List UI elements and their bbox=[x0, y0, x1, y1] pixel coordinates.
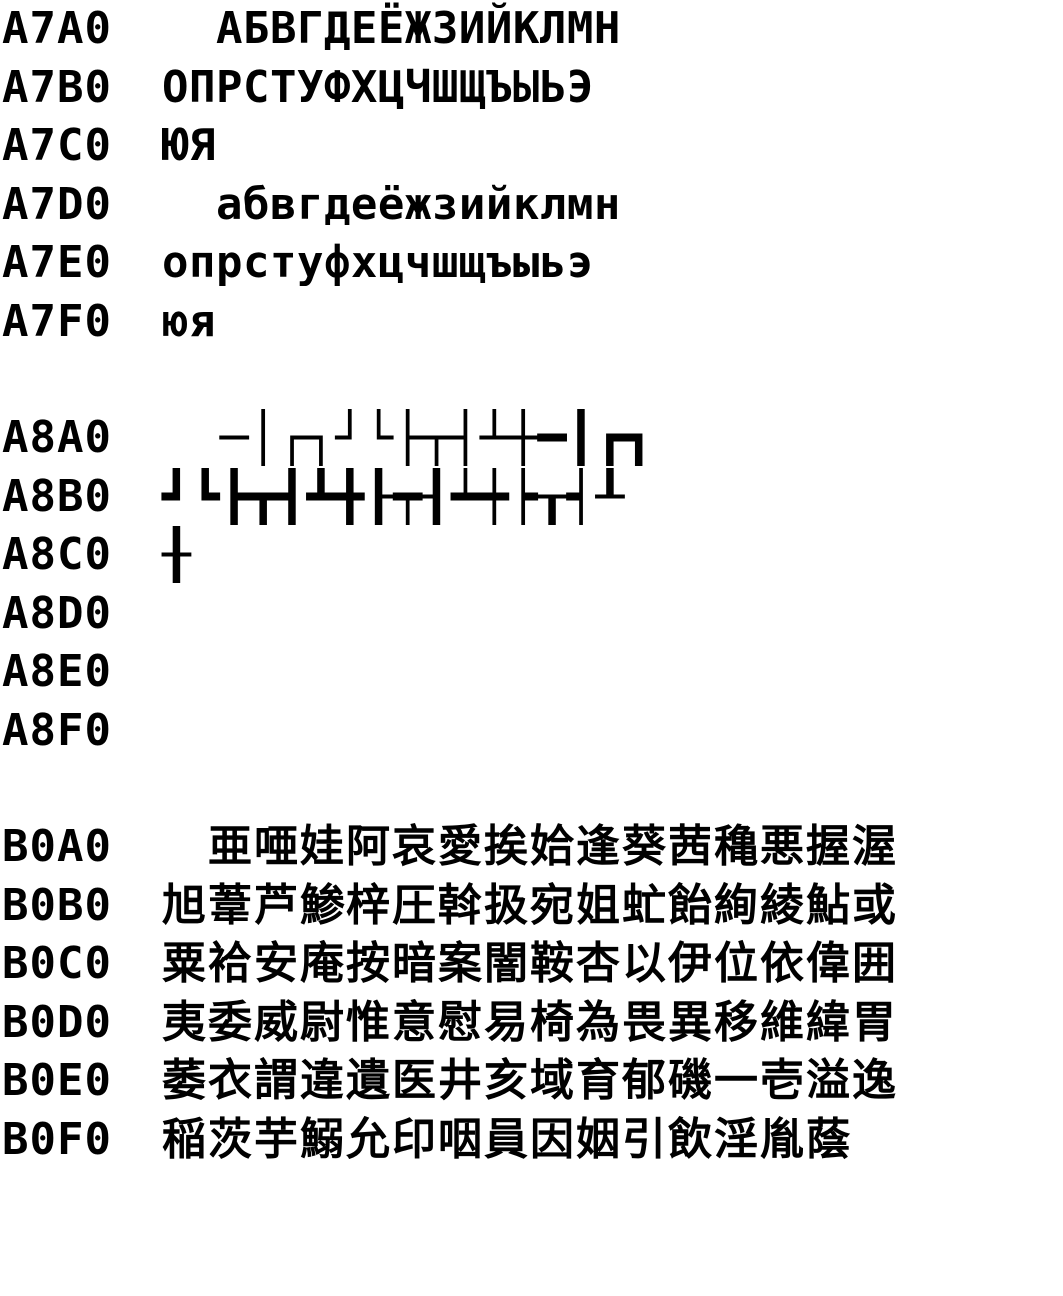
row-chars: ОПРСТУФХЦЧШЩЪЫЬЭ bbox=[162, 61, 594, 113]
row-chars: юя bbox=[162, 295, 216, 347]
row-code: B0B0 bbox=[2, 879, 112, 931]
table-row: A7D0 абвгдеёжзийклмн bbox=[2, 176, 1057, 235]
row-chars: АБВГДЕЁЖЗИЙКЛМН bbox=[162, 3, 621, 55]
table-row: A7C0 ЮЯ bbox=[2, 117, 1057, 176]
row-chars: 夷委威尉惟意慰易椅為畏異移維緯胃 bbox=[162, 996, 898, 1048]
table-row: B0F0 稲茨芋鰯允印咽員因姻引飲淫胤蔭 bbox=[2, 1111, 1057, 1170]
row-code: A7F0 bbox=[2, 295, 112, 347]
row-chars: 旭葦芦鯵梓圧斡扱宛姐虻飴絢綾鮎或 bbox=[162, 879, 898, 931]
row-code: B0C0 bbox=[2, 938, 112, 990]
row-code: A8B0 bbox=[2, 470, 112, 522]
row-chars: 亜唖娃阿哀愛挨姶逢葵茜穐悪握渥 bbox=[162, 821, 898, 873]
table-row: A8C0 ╂ bbox=[2, 526, 1057, 585]
table-row: B0B0 旭葦芦鯵梓圧斡扱宛姐虻飴絢綾鮎或 bbox=[2, 877, 1057, 936]
row-chars: ЮЯ bbox=[162, 120, 216, 172]
row-code: B0E0 bbox=[2, 1055, 112, 1107]
cyrillic-block: A7A0 АБВГДЕЁЖЗИЙКЛМН A7B0 ОПРСТУФХЦЧШЩЪЫ… bbox=[2, 0, 1057, 351]
table-row: A8B0 ┛┗┣┳┫┻╋┠┯┨┷┿┝┰┥┸ bbox=[2, 468, 1057, 527]
box-drawing-block: A8A0 ─│┌┐┘└├┬┤┴┼━┃┏┓ A8B0 ┛┗┣┳┫┻╋┠┯┨┷┿┝┰… bbox=[2, 409, 1057, 760]
row-chars: 萎衣謂違遺医井亥域育郁磯一壱溢逸 bbox=[162, 1055, 898, 1107]
row-code: A7D0 bbox=[2, 178, 112, 230]
table-row: B0E0 萎衣謂違遺医井亥域育郁磯一壱溢逸 bbox=[2, 1052, 1057, 1111]
row-code: A8D0 bbox=[2, 587, 112, 639]
row-code: A8C0 bbox=[2, 529, 112, 581]
kanji-block: B0A0 亜唖娃阿哀愛挨姶逢葵茜穐悪握渥 B0B0 旭葦芦鯵梓圧斡扱宛姐虻飴絢綾… bbox=[2, 818, 1057, 1169]
row-code: A7B0 bbox=[2, 61, 112, 113]
table-row: A7E0 опрстуфхцчшщъыьэ bbox=[2, 234, 1057, 293]
row-chars: опрстуфхцчшщъыьэ bbox=[162, 237, 594, 289]
table-row: B0C0 粟袷安庵按暗案闇鞍杏以伊位依偉囲 bbox=[2, 935, 1057, 994]
code-table: A7A0 АБВГДЕЁЖЗИЙКЛМН A7B0 ОПРСТУФХЦЧШЩЪЫ… bbox=[2, 0, 1057, 1169]
row-chars: абвгдеёжзийклмн bbox=[162, 178, 621, 230]
row-chars: ─│┌┐┘└├┬┤┴┼━┃┏┓ bbox=[162, 410, 654, 467]
row-chars: ╂ bbox=[162, 527, 191, 584]
row-code: A7E0 bbox=[2, 237, 112, 289]
row-chars: 粟袷安庵按暗案闇鞍杏以伊位依偉囲 bbox=[162, 938, 898, 990]
row-code: A8F0 bbox=[2, 704, 112, 756]
row-code: A7A0 bbox=[2, 3, 112, 55]
row-code: A8E0 bbox=[2, 646, 112, 698]
table-row: A8A0 ─│┌┐┘└├┬┤┴┼━┃┏┓ bbox=[2, 409, 1057, 468]
row-chars: ┛┗┣┳┫┻╋┠┯┨┷┿┝┰┥┸ bbox=[162, 468, 625, 525]
table-row: A8D0 bbox=[2, 585, 1057, 644]
row-chars: 稲茨芋鰯允印咽員因姻引飲淫胤蔭 bbox=[162, 1113, 852, 1165]
table-row: A8E0 bbox=[2, 643, 1057, 702]
row-code: B0D0 bbox=[2, 996, 112, 1048]
table-row: B0D0 夷委威尉惟意慰易椅為畏異移維緯胃 bbox=[2, 994, 1057, 1053]
row-code: A7C0 bbox=[2, 120, 112, 172]
row-code: B0F0 bbox=[2, 1113, 112, 1165]
table-row: A7A0 АБВГДЕЁЖЗИЙКЛМН bbox=[2, 0, 1057, 59]
row-code: B0A0 bbox=[2, 821, 112, 873]
table-row: B0A0 亜唖娃阿哀愛挨姶逢葵茜穐悪握渥 bbox=[2, 818, 1057, 877]
table-row: A8F0 bbox=[2, 702, 1057, 761]
row-code: A8A0 bbox=[2, 412, 112, 464]
table-row: A7B0 ОПРСТУФХЦЧШЩЪЫЬЭ bbox=[2, 59, 1057, 118]
table-row: A7F0 юя bbox=[2, 293, 1057, 352]
